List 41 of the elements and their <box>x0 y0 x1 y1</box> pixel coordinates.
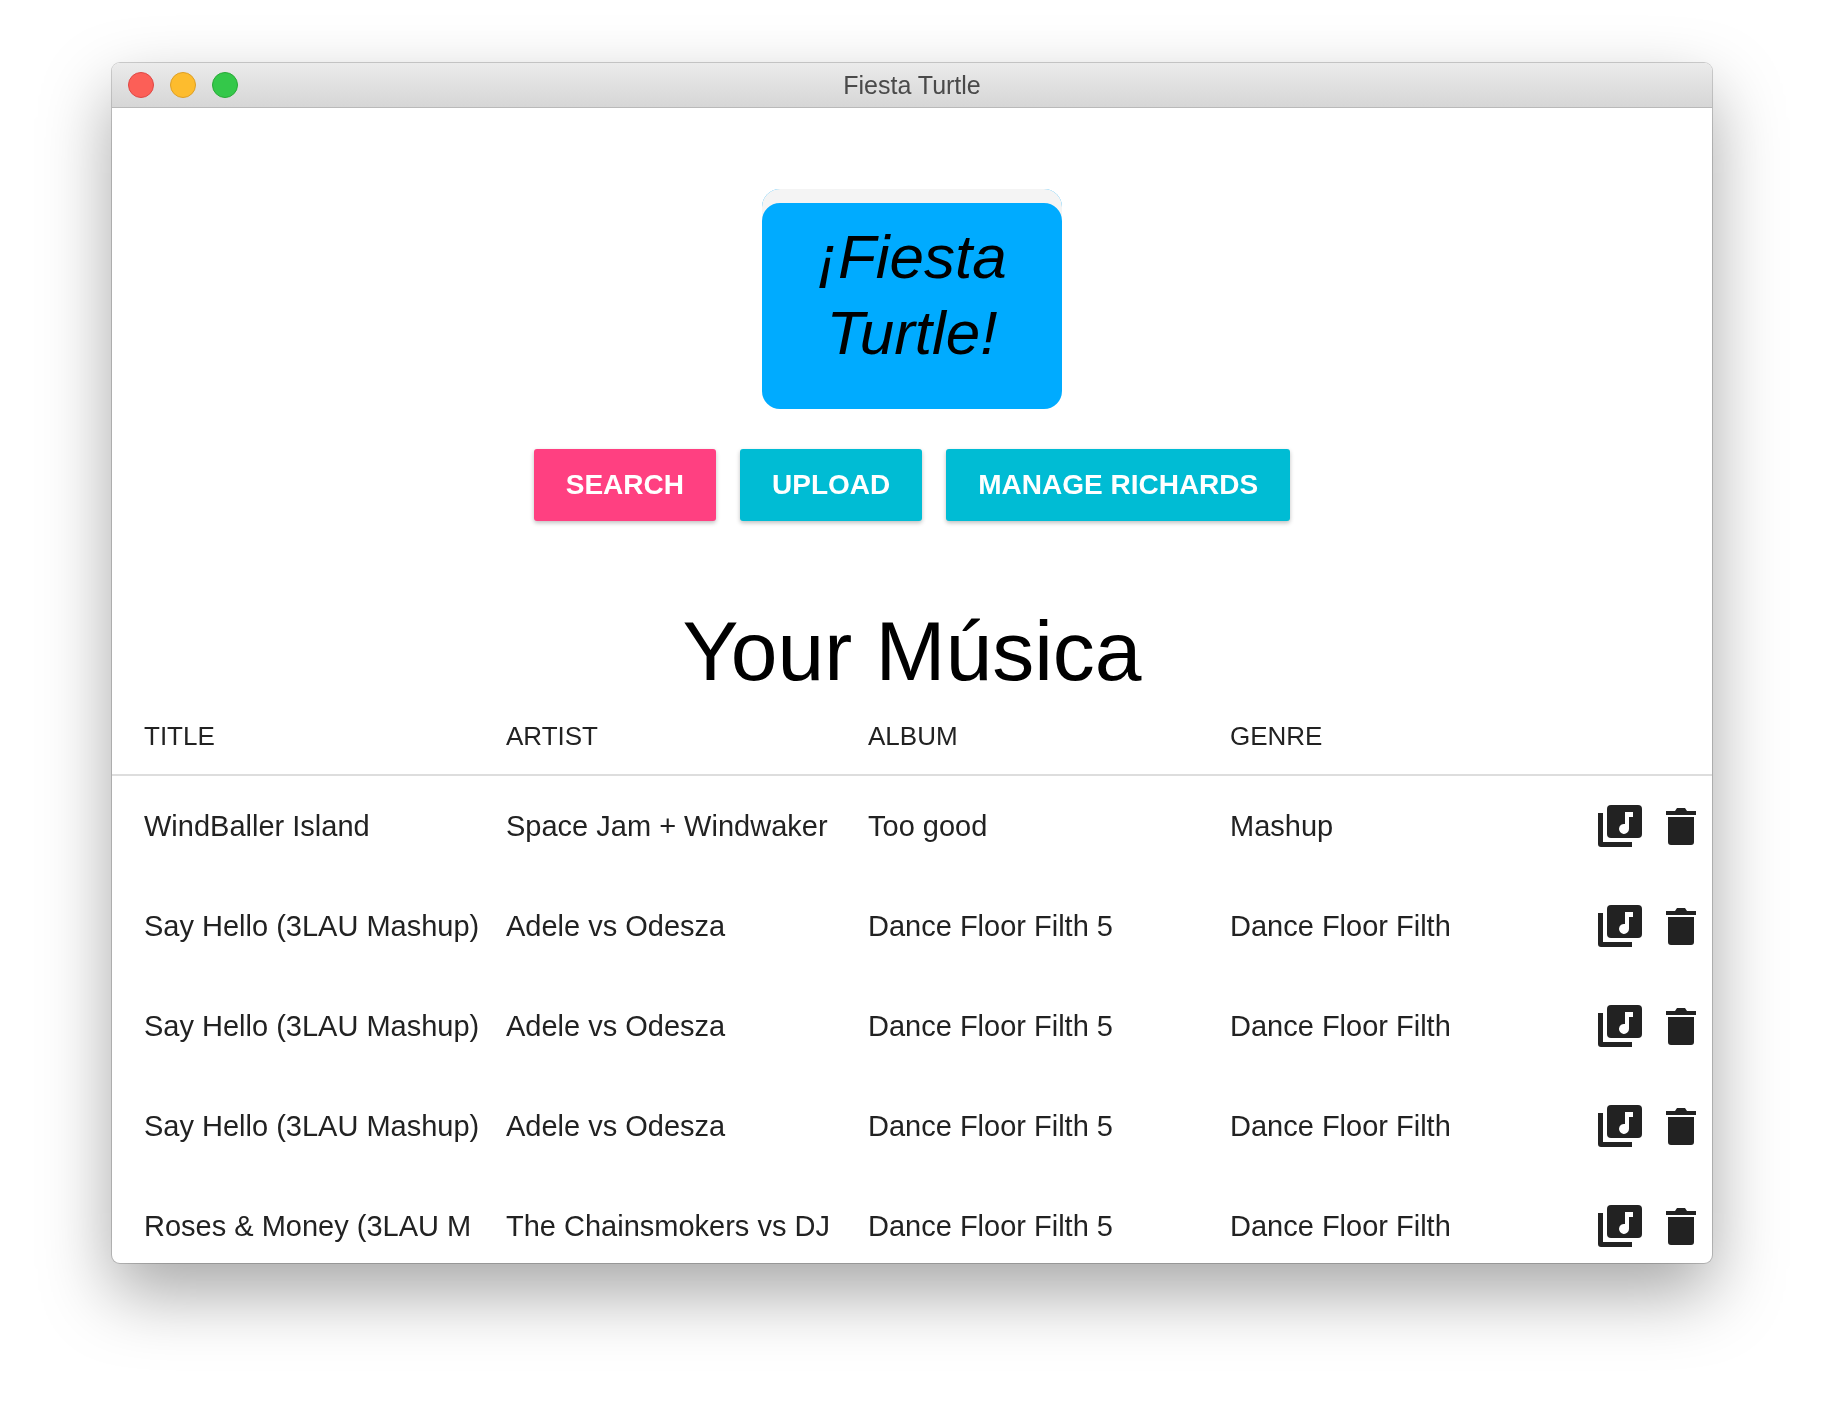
music-library-icon[interactable] <box>1598 1005 1642 1047</box>
column-header: TITLE <box>144 721 215 751</box>
table-cell: Mashup <box>1230 809 1334 842</box>
column-header: GENRE <box>1230 721 1323 751</box>
column-header: ARTIST <box>506 721 598 751</box>
table-cell: The Chainsmokers vs DJ <box>506 1209 830 1242</box>
music-library-icon[interactable] <box>1598 805 1642 847</box>
delete-icon[interactable] <box>1666 1207 1696 1245</box>
table-cell: Adele vs Odesza <box>506 909 726 942</box>
close-icon[interactable] <box>128 72 154 98</box>
column-header: ALBUM <box>868 721 958 751</box>
music-library-icon[interactable] <box>1598 1105 1642 1147</box>
delete-icon[interactable] <box>1666 1007 1696 1045</box>
table-cell: Adele vs Odesza <box>506 1009 726 1042</box>
table-cell: Say Hello (3LAU Mashup) <box>144 1109 480 1142</box>
table-cell: Say Hello (3LAU Mashup) <box>144 1009 480 1042</box>
table-cell: Dance Floor Filth 5 <box>868 1109 1113 1142</box>
delete-icon[interactable] <box>1666 907 1696 945</box>
table-cell: Space Jam + Windwaker <box>506 809 828 842</box>
nav-button[interactable]: UPLOAD <box>740 449 923 521</box>
delete-icon[interactable] <box>1666 807 1696 845</box>
table-cell: Roses & Money (3LAU M <box>144 1209 472 1242</box>
table-cell: WindBaller Island <box>144 809 370 842</box>
table-cell: Dance Floor Filth <box>1230 1209 1451 1242</box>
table-cell: Too good <box>868 809 988 842</box>
window-title: Fiesta Turtle <box>843 70 981 99</box>
music-library-icon[interactable] <box>1598 905 1642 947</box>
music-library-icon[interactable] <box>1598 1205 1642 1247</box>
table-cell: Dance Floor Filth 5 <box>868 1009 1113 1042</box>
logo: ¡Fiesta Turtle! <box>762 189 1062 409</box>
table-cell: Dance Floor Filth 5 <box>868 909 1113 942</box>
table-cell: Dance Floor Filth <box>1230 909 1451 942</box>
table-cell: Dance Floor Filth 5 <box>868 1209 1113 1242</box>
nav-button[interactable]: MANAGE RICHARDS <box>946 449 1291 521</box>
table-cell: Dance Floor Filth <box>1230 1109 1451 1142</box>
table-cell: Say Hello (3LAU Mashup) <box>144 909 480 942</box>
table-cell: Dance Floor Filth <box>1230 1009 1451 1042</box>
page-heading: Your Música <box>682 604 1142 698</box>
nav-button[interactable]: SEARCH <box>533 449 716 521</box>
table-cell: Adele vs Odesza <box>506 1109 726 1142</box>
delete-icon[interactable] <box>1666 1107 1696 1145</box>
